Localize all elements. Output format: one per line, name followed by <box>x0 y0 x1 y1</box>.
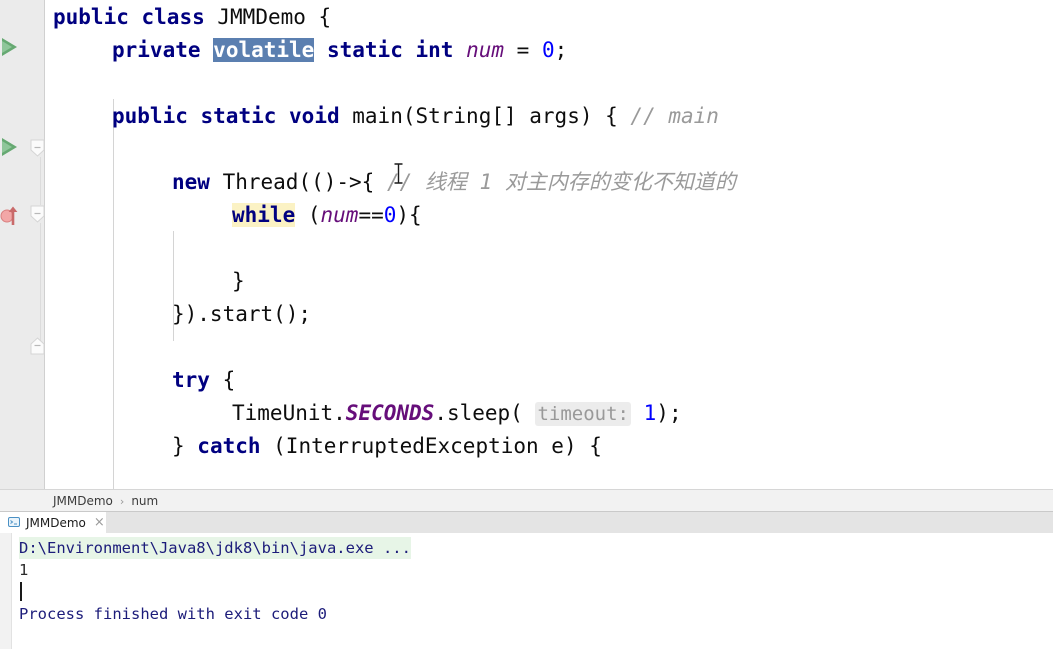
field-write-gutter-icon[interactable] <box>0 203 22 227</box>
code-token: } <box>172 434 198 458</box>
code-line[interactable]: private volatile static int num = 0; <box>112 34 567 67</box>
console-icon <box>8 513 20 532</box>
run-tool-window: JMMDemo × D:\Environment\Java8\jdk8\bin\… <box>0 511 1053 649</box>
code-line[interactable]: public class JMMDemo { <box>53 1 331 34</box>
code-token: == <box>358 203 384 227</box>
code-line[interactable]: } catch (InterruptedException e) { <box>172 430 602 463</box>
close-icon[interactable]: × <box>94 516 105 529</box>
console-caret <box>20 582 22 601</box>
fold-collapse-marker[interactable] <box>30 139 45 157</box>
code-token: 1 <box>643 401 657 425</box>
breadcrumb-separator-icon: › <box>119 494 125 508</box>
code-token: volatile <box>213 38 315 62</box>
code-token: TimeUnit. <box>232 401 346 425</box>
code-token: void <box>289 104 340 128</box>
editor-gutter[interactable] <box>0 0 26 489</box>
code-token: ( <box>295 203 321 227</box>
code-token: (InterruptedException e) { <box>260 434 602 458</box>
code-token: public <box>53 5 129 29</box>
code-editor[interactable]: public class JMMDemo {private volatile s… <box>0 0 1053 489</box>
code-token: // main <box>630 104 719 128</box>
code-token: }).start(); <box>172 302 312 326</box>
code-token: main(String[] args) { <box>352 104 631 128</box>
code-line[interactable]: TimeUnit.SECONDS.sleep( timeout: 1); <box>232 397 682 430</box>
code-line[interactable]: new Thread(()->{ // 线程 1 对主内存的变化不知道的 <box>172 166 736 199</box>
code-token: JMMDemo <box>217 5 306 29</box>
code-folding-strip[interactable] <box>26 0 45 489</box>
code-token: ; <box>554 38 568 62</box>
code-token: num <box>466 38 505 62</box>
console-gutter <box>0 533 12 649</box>
console-output[interactable]: D:\Environment\Java8\jdk8\bin\java.exe .… <box>0 533 1053 649</box>
code-text-surface[interactable]: public class JMMDemo {private volatile s… <box>45 0 1053 489</box>
code-token: 0 <box>383 203 397 227</box>
code-token: try <box>172 368 210 392</box>
indent-guide <box>113 99 114 489</box>
fold-region-line <box>40 223 41 345</box>
code-token: int <box>415 38 454 62</box>
run-class-gutter-icon[interactable] <box>2 38 17 56</box>
console-line: Process finished with exit code 0 <box>19 605 327 623</box>
code-token: = <box>504 38 542 62</box>
code-line[interactable]: public static void main(String[] args) {… <box>112 100 719 133</box>
code-token: catch <box>197 434 261 458</box>
code-token: num <box>320 203 359 227</box>
breadcrumb[interactable]: JMMDemo › num <box>0 489 1053 512</box>
code-token: static <box>326 38 403 62</box>
code-token: { <box>209 368 236 392</box>
code-line[interactable]: while (num==0){ <box>232 199 422 232</box>
fold-collapse-marker[interactable] <box>30 205 45 223</box>
code-token: class <box>141 5 205 29</box>
code-token: .sleep( <box>434 401 536 425</box>
code-line[interactable]: try { <box>172 364 235 397</box>
code-line[interactable]: }).start(); <box>172 298 311 331</box>
code-token: // 线程 1 对主内存的变化不知道的 <box>386 170 736 194</box>
code-token: while <box>232 203 296 227</box>
code-token: 0 <box>541 38 555 62</box>
code-token: private <box>112 38 201 62</box>
text-ibeam-cursor <box>393 163 404 184</box>
breadcrumb-item-num[interactable]: num <box>131 494 158 508</box>
code-token: public <box>112 104 188 128</box>
ide-window: public class JMMDemo {private volatile s… <box>0 0 1053 649</box>
code-token: } <box>232 269 245 293</box>
breadcrumb-item-jmmdemo[interactable]: JMMDemo <box>53 494 113 508</box>
code-token: new <box>172 170 210 194</box>
code-token: ); <box>656 401 682 425</box>
code-token: SECONDS <box>345 401 435 425</box>
run-method-gutter-icon[interactable] <box>2 138 17 156</box>
console-line: D:\Environment\Java8\jdk8\bin\java.exe .… <box>19 537 411 559</box>
code-token: { <box>305 5 332 29</box>
code-line[interactable]: } <box>232 265 245 298</box>
code-token: timeout: <box>535 402 631 426</box>
code-token: Thread(()->{ <box>222 170 387 194</box>
run-tab-label: JMMDemo <box>26 515 86 530</box>
run-tab-bar[interactable]: JMMDemo × <box>0 512 1053 534</box>
run-tab-jmmdemo[interactable]: JMMDemo × <box>0 512 106 533</box>
fold-end-marker[interactable] <box>30 337 45 355</box>
fold-region-line <box>40 157 41 205</box>
console-line: 1 <box>19 561 29 579</box>
code-token: static <box>200 104 277 128</box>
code-token: ){ <box>396 203 422 227</box>
